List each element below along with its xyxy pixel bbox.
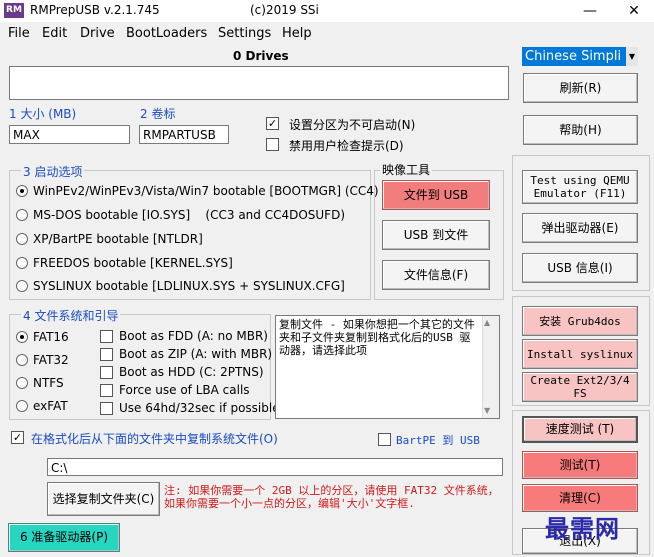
fs-radio-fat32[interactable] — [16, 354, 28, 366]
lba-label: Force use of LBA calls — [119, 383, 250, 397]
fs-radio-exfat[interactable] — [16, 400, 28, 412]
volume-input[interactable]: RMPARTUSB — [139, 125, 229, 144]
drives-header: 0 Drives — [233, 49, 289, 63]
boot-radio-freedos[interactable] — [16, 257, 28, 269]
menu-help[interactable]: Help — [282, 26, 312, 41]
file-info-button[interactable]: 文件信息(F) — [382, 260, 490, 290]
menu-bootloaders[interactable]: BootLoaders — [126, 26, 207, 41]
fs-label-exfat: exFAT — [33, 399, 68, 413]
menu-edit[interactable]: Edit — [42, 26, 67, 41]
folder-path-input[interactable]: C:\ — [47, 458, 503, 476]
boot-radio-winpe[interactable] — [16, 185, 28, 197]
scroll-down-icon[interactable]: ▼ — [484, 406, 490, 415]
drive-list[interactable] — [9, 66, 509, 100]
usb-info-button[interactable]: USB 信息(I) — [522, 253, 638, 283]
menu-settings[interactable]: Settings — [218, 26, 271, 41]
hd64-label: Use 64hd/32sec if possible — [119, 401, 280, 415]
info-textbox[interactable]: 复制文件 - 如果你想把一个其它的文件夹和子文件夹复制到格式化后的USB 驱动器… — [275, 315, 500, 419]
size-input[interactable]: MAX — [9, 125, 130, 144]
lba-checkbox[interactable] — [100, 384, 113, 397]
chevron-down-icon[interactable]: ▼ — [626, 47, 638, 66]
copy-files-checkbox[interactable]: ✓ — [11, 431, 24, 444]
fs-label-fat32: FAT32 — [33, 353, 69, 367]
install-syslinux-button[interactable]: Install syslinux — [522, 339, 638, 369]
boot-option-xp: XP/BartPE bootable [NTLDR] — [33, 232, 203, 246]
speed-test-button[interactable]: 速度测试 (T) — [522, 416, 638, 443]
install-grub4dos-button[interactable]: 安装 Grub4dos — [522, 306, 638, 336]
nonboot-checkbox[interactable]: ✓ — [266, 117, 279, 130]
refresh-button[interactable]: 刷新(R) — [523, 73, 638, 103]
watermark: 最需网 — [545, 514, 620, 543]
disable-prompt-label: 禁用用户检查提示(D) — [289, 139, 404, 153]
filesystem-title: 4 文件系统和引导 — [21, 307, 121, 324]
nonboot-label: 设置分区为不可启动(N) — [289, 118, 416, 132]
boot-option-freedos: FREEDOS bootable [KERNEL.SYS] — [33, 256, 233, 270]
help-button[interactable]: 帮助(H) — [523, 115, 638, 145]
boot-zip-label: Boot as ZIP (A: with MBR) — [119, 347, 273, 361]
menu-file[interactable]: File — [8, 26, 30, 41]
fs-label-fat16: FAT16 — [33, 330, 69, 344]
file-to-usb-button[interactable]: 文件到 USB — [382, 180, 490, 210]
boot-fdd-checkbox[interactable] — [100, 330, 113, 343]
fs-label-ntfs: NTFS — [33, 376, 64, 390]
boot-hdd-label: Boot as HDD (C: 2PTNS) — [119, 365, 264, 379]
info-scrollbar[interactable] — [482, 316, 499, 418]
boot-radio-xp[interactable] — [16, 233, 28, 245]
app-icon: RM — [4, 3, 24, 18]
create-ext-button[interactable]: Create Ext2/3/4 FS — [522, 372, 638, 402]
image-tools-title: 映像工具 — [380, 161, 433, 178]
qemu-test-button[interactable]: Test using QEMU Emulator (F11) — [522, 170, 638, 204]
close-icon[interactable]: ✕ — [614, 0, 654, 22]
bartpe-checkbox[interactable] — [378, 433, 391, 446]
fs-radio-fat16[interactable] — [16, 331, 28, 343]
language-select[interactable]: Chinese Simpli — [522, 47, 638, 66]
eject-drive-button[interactable]: 弹出驱动器(E) — [522, 213, 638, 243]
bartpe-label: BartPE 到 USB — [396, 434, 480, 447]
copyright-text: (c)2019 SSi — [250, 3, 319, 17]
fat32-note: 注: 如果你需要一个 2GB 以上的分区，请使用 FAT32 文件系统，如果你需… — [164, 484, 499, 510]
clean-button[interactable]: 清理(C) — [522, 484, 638, 512]
volume-label: 2 卷标 — [140, 107, 176, 121]
usb-to-file-button[interactable]: USB 到文件 — [382, 220, 490, 250]
choose-folder-button[interactable]: 选择复制文件夹(C) — [47, 482, 160, 516]
boot-zip-checkbox[interactable] — [100, 348, 113, 361]
disable-prompt-checkbox[interactable] — [266, 138, 279, 151]
prepare-drive-button[interactable]: 6 准备驱动器(P) — [8, 523, 120, 552]
boot-fdd-label: Boot as FDD (A: no MBR) — [119, 329, 268, 343]
minimize-icon[interactable]: — — [570, 0, 610, 22]
size-label: 1 大小 (MB) — [9, 107, 77, 121]
boot-option-syslinux: SYSLINUX bootable [LDLINUX.SYS + SYSLINU… — [33, 279, 345, 293]
fs-radio-ntfs[interactable] — [16, 377, 28, 389]
boot-option-winpe: WinPEv2/WinPEv3/Vista/Win7 bootable [BOO… — [33, 184, 379, 198]
boot-radio-syslinux[interactable] — [16, 280, 28, 292]
boot-radio-msdos[interactable] — [16, 209, 28, 221]
test-button[interactable]: 测试(T) — [522, 451, 638, 479]
scroll-up-icon[interactable]: ▲ — [484, 318, 490, 327]
copy-files-label: 在格式化后从下面的文件夹中复制系统文件(O) — [31, 432, 278, 446]
hd64-checkbox[interactable] — [100, 402, 113, 415]
menu-drive[interactable]: Drive — [80, 26, 115, 41]
boot-options-title: 3 启动选项 — [21, 163, 85, 180]
window-title: RMPrepUSB v.2.1.745 — [30, 3, 160, 17]
boot-option-msdos: MS-DOS bootable [IO.SYS] (CC3 and CC4DOS… — [33, 208, 346, 222]
boot-hdd-checkbox[interactable] — [100, 366, 113, 379]
